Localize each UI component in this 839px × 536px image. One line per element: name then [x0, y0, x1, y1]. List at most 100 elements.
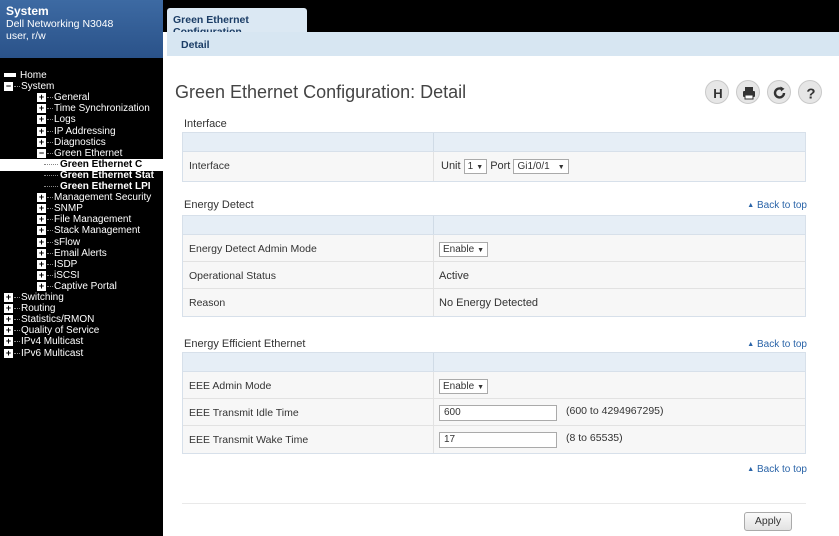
- triangle-up-icon: ▲: [747, 202, 755, 209]
- page-title: Green Ethernet Configuration: Detail: [175, 82, 467, 102]
- port-select[interactable]: Gi1/0/1 ▼: [513, 158, 569, 174]
- expand-icon[interactable]: +: [4, 349, 13, 358]
- refresh-icon: [773, 86, 786, 99]
- expand-icon[interactable]: +: [37, 260, 46, 269]
- sidebar-item-label: Time Synchronization: [54, 103, 150, 114]
- operational-status-label: Operational Status: [189, 270, 276, 282]
- back-to-top-link[interactable]: ▲ Back to top: [747, 200, 807, 211]
- sidebar-item-ip-addressing[interactable]: + IP Addressing: [0, 126, 163, 137]
- sidebar-item-diagnostics[interactable]: + Diagnostics: [0, 137, 163, 148]
- expand-icon[interactable]: +: [37, 271, 46, 280]
- sidebar-item-home[interactable]: Home: [0, 70, 163, 81]
- print-button[interactable]: [736, 80, 760, 104]
- sidebar-item-label: Quality of Service: [21, 325, 100, 336]
- expand-icon[interactable]: +: [4, 293, 13, 302]
- expand-icon[interactable]: +: [37, 249, 46, 258]
- navigation-sidebar: System Dell Networking N3048 user, r/w H…: [0, 0, 163, 536]
- expand-icon[interactable]: +: [4, 337, 13, 346]
- operational-status-row: Operational Status Active: [183, 262, 805, 289]
- expand-icon[interactable]: +: [37, 238, 46, 247]
- eee-idle-input[interactable]: 600: [439, 405, 557, 421]
- expand-icon[interactable]: +: [37, 93, 46, 102]
- unit-select[interactable]: 1 ▼: [463, 158, 488, 174]
- sidebar-item-label: General: [54, 92, 90, 103]
- save-button[interactable]: H: [705, 80, 729, 104]
- sidebar-item-green-ethernet-stat[interactable]: Green Ethernet Stat: [0, 170, 163, 181]
- sidebar-item-green-ethernet[interactable]: − Green Ethernet: [0, 148, 163, 159]
- reason-row: Reason No Energy Detected: [183, 289, 805, 316]
- sidebar-item-system[interactable]: − System: [0, 81, 163, 92]
- eee-panel: EEE Admin Mode Enable ▼ EEE Transmit Idle…: [182, 352, 806, 454]
- sidebar-item-ipv6-multicast[interactable]: + IPv6 Multicast: [0, 348, 163, 359]
- eee-admin-label: EEE Admin Mode: [189, 380, 272, 392]
- interface-label: Interface: [189, 160, 230, 172]
- eee-idle-label: EEE Transmit Idle Time: [189, 407, 299, 419]
- back-to-top-link[interactable]: ▲ Back to top: [747, 464, 807, 475]
- expand-icon[interactable]: +: [37, 104, 46, 113]
- svg-text:H: H: [713, 86, 722, 101]
- sidebar-item-label: sFlow: [54, 237, 81, 248]
- sidebar-item-label: Green Ethernet LPI: [60, 181, 151, 192]
- sidebar-item-isdp[interactable]: + ISDP: [0, 259, 163, 270]
- sidebar-item-ipv4-multicast[interactable]: + IPv4 Multicast: [0, 336, 163, 347]
- back-to-top-link[interactable]: ▲ Back to top: [747, 339, 807, 350]
- sidebar-item-label: IPv6 Multicast: [21, 348, 84, 359]
- sidebar-item-label: Green Ethernet Stat: [60, 170, 154, 181]
- expand-icon[interactable]: +: [4, 304, 13, 313]
- help-button[interactable]: ?: [798, 80, 822, 104]
- expand-icon[interactable]: +: [37, 115, 46, 124]
- sidebar-item-statistics-rmon[interactable]: + Statistics/RMON: [0, 314, 163, 325]
- energy-detect-admin-select[interactable]: Enable ▼: [439, 241, 489, 257]
- energy-detect-admin-label: Energy Detect Admin Mode: [189, 243, 317, 255]
- subtab-detail[interactable]: Detail: [181, 39, 210, 51]
- expand-icon[interactable]: +: [4, 326, 13, 335]
- expand-icon[interactable]: +: [4, 315, 13, 324]
- triangle-up-icon: ▲: [747, 341, 755, 348]
- eee-admin-select[interactable]: Enable ▼: [439, 378, 489, 394]
- divider: [182, 503, 806, 504]
- collapse-icon[interactable]: −: [37, 149, 46, 158]
- refresh-button[interactable]: [767, 80, 791, 104]
- interface-section-title: Interface: [184, 118, 227, 130]
- system-header: System Dell Networking N3048 user, r/w: [0, 0, 163, 58]
- expand-icon[interactable]: +: [37, 204, 46, 213]
- sidebar-item-quality-of-service[interactable]: + Quality of Service: [0, 325, 163, 336]
- sidebar-item-switching[interactable]: + Switching: [0, 292, 163, 303]
- port-label: Port: [490, 160, 511, 172]
- sidebar-item-file-management[interactable]: + File Management: [0, 214, 163, 225]
- sidebar-item-stack-management[interactable]: + Stack Management: [0, 225, 163, 236]
- sidebar-item-logs[interactable]: + Logs: [0, 114, 163, 125]
- help-icon: ?: [806, 86, 815, 102]
- sidebar-item-label: Stack Management: [54, 225, 141, 236]
- expand-icon[interactable]: +: [37, 193, 46, 202]
- sidebar-item-management-security[interactable]: + Management Security: [0, 192, 163, 203]
- tab-green-ethernet-configuration[interactable]: Green Ethernet Configuration: [167, 8, 307, 38]
- interface-panel: Interface Unit 1 ▼ Port Gi1/0/1 ▼: [182, 132, 806, 182]
- sidebar-item-iscsi[interactable]: + iSCSI: [0, 270, 163, 281]
- sidebar-item-time-synchronization[interactable]: + Time Synchronization: [0, 103, 163, 114]
- operational-status-value: Active: [439, 270, 469, 282]
- sidebar-item-label: IPv4 Multicast: [21, 336, 84, 347]
- expand-icon[interactable]: +: [37, 226, 46, 235]
- sidebar-item-captive-portal[interactable]: + Captive Portal: [0, 281, 163, 292]
- eee-admin-row: EEE Admin Mode Enable ▼: [183, 372, 805, 399]
- sidebar-item-snmp[interactable]: + SNMP: [0, 203, 163, 214]
- sidebar-item-general[interactable]: + General: [0, 92, 163, 103]
- sidebar-item-email-alerts[interactable]: + Email Alerts: [0, 248, 163, 259]
- sidebar-item-green-ethernet-lpi[interactable]: Green Ethernet LPI: [0, 181, 163, 192]
- sidebar-item-label: IP Addressing: [54, 126, 116, 137]
- sidebar-item-label: System: [21, 81, 55, 92]
- sidebar-item-sflow[interactable]: + sFlow: [0, 237, 163, 248]
- eee-wake-input[interactable]: 17: [439, 432, 557, 448]
- expand-icon[interactable]: +: [37, 282, 46, 291]
- expand-icon[interactable]: +: [37, 138, 46, 147]
- collapse-icon[interactable]: −: [4, 82, 13, 91]
- sidebar-item-routing[interactable]: + Routing: [0, 303, 163, 314]
- expand-icon[interactable]: +: [37, 127, 46, 136]
- expand-icon[interactable]: +: [37, 215, 46, 224]
- energy-detect-admin-row: Energy Detect Admin Mode Enable ▼: [183, 235, 805, 262]
- apply-button[interactable]: Apply: [744, 512, 792, 531]
- sidebar-item-label: Logs: [54, 114, 76, 125]
- sidebar-item-label: Email Alerts: [54, 248, 107, 259]
- save-icon: H: [713, 86, 722, 101]
